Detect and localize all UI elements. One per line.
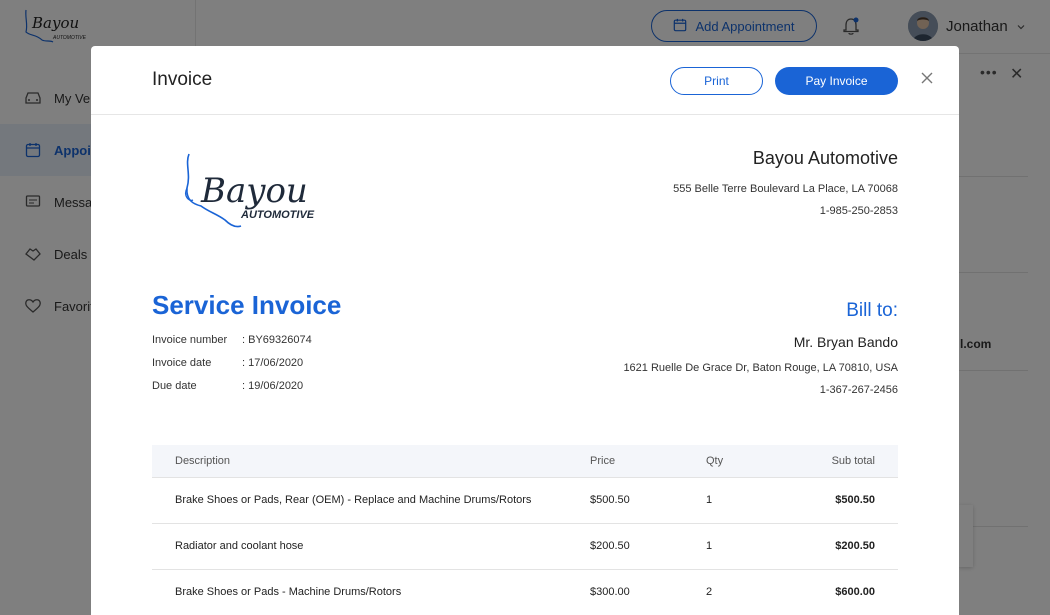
company-address: 555 Belle Terre Boulevard La Place, LA 7… [673,183,898,195]
table-row: Radiator and coolant hose $200.50 1 $200… [152,523,898,570]
bill-to-title: Bill to: [846,300,898,321]
invoice-items-table: Description Price Qty Sub total Brake Sh… [152,445,898,615]
column-header-price: Price [590,445,706,478]
company-phone: 1-985-250-2853 [819,205,898,217]
item-subtotal: $200.50 [786,523,898,570]
bill-to-phone: 1-367-267-2456 [819,384,898,396]
item-price: $300.00 [590,569,706,615]
due-date-value: : 19/06/2020 [242,380,304,392]
table-header-row: Description Price Qty Sub total [152,445,898,478]
invoice-number-label: Invoice number [152,334,228,346]
print-button[interactable]: Print [670,67,763,95]
modal-title: Invoice [152,69,213,90]
item-subtotal: $500.50 [786,477,898,524]
column-header-qty: Qty [706,445,786,478]
close-icon[interactable] [919,70,935,86]
invoice-date-label: Invoice date [152,357,212,369]
bayou-automotive-logo: Bayou AUTOMOTIVE [185,153,315,228]
bill-to-name: Mr. Bryan Bando [793,334,898,350]
pay-invoice-button[interactable]: Pay Invoice [775,67,898,95]
column-header-description: Description [152,445,590,478]
item-price: $200.50 [590,523,706,570]
invoice-number-row: Invoice number : BY69326074 [152,334,312,357]
column-header-subtotal: Sub total [786,445,898,478]
bill-to-address: 1621 Ruelle De Grace Dr, Baton Rouge, LA… [623,362,898,374]
invoice-meta: Invoice number : BY69326074 Invoice date… [152,334,312,403]
bill-to: Bill to: Mr. Bryan Bando 1621 Ruelle De … [623,300,898,406]
invoice-number-value: : BY69326074 [242,334,312,346]
item-price: $500.50 [590,477,706,524]
item-description: Brake Shoes or Pads, Rear (OEM) - Replac… [152,477,590,524]
svg-text:Bayou: Bayou [200,171,308,211]
item-subtotal: $600.00 [786,569,898,615]
due-date-row: Due date : 19/06/2020 [152,380,312,403]
item-qty: 1 [706,477,786,524]
item-qty: 2 [706,569,786,615]
item-qty: 1 [706,523,786,570]
item-description: Brake Shoes or Pads - Machine Drums/Roto… [152,569,590,615]
svg-text:AUTOMOTIVE: AUTOMOTIVE [240,209,315,221]
invoice-date-value: : 17/06/2020 [242,357,304,369]
invoice-date-row: Invoice date : 17/06/2020 [152,357,312,380]
table-row: Brake Shoes or Pads, Rear (OEM) - Replac… [152,477,898,524]
table-row: Brake Shoes or Pads - Machine Drums/Roto… [152,569,898,615]
item-description: Radiator and coolant hose [152,523,590,570]
modal-header: Invoice Print Pay Invoice [91,46,959,115]
due-date-label: Due date [152,380,197,392]
company-name: Bayou Automotive [752,148,898,168]
invoice-modal: Invoice Print Pay Invoice Bayou AUTOMOTI… [91,46,959,615]
company-info: Bayou Automotive 555 Belle Terre Bouleva… [673,148,898,227]
service-invoice-title: Service Invoice [152,290,342,320]
